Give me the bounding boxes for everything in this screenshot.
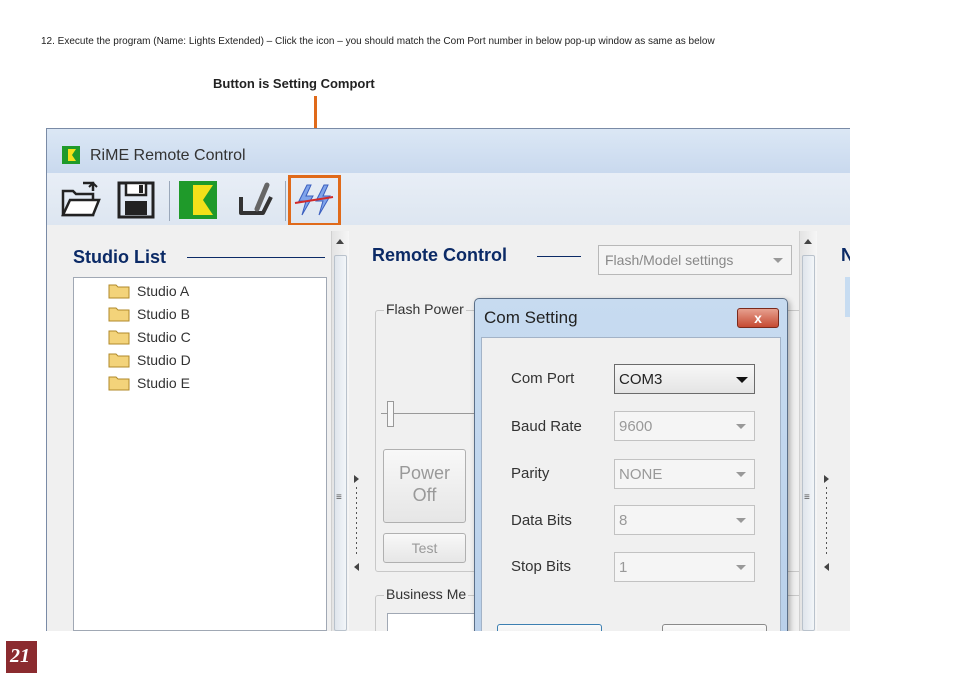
title-bar: RiME Remote Control: [47, 129, 850, 173]
toolbar-separator: [169, 181, 170, 221]
open-folder-icon[interactable]: [59, 179, 101, 221]
stop-bits-label: Stop Bits: [511, 558, 572, 575]
com-port-label: Com Port: [511, 370, 575, 387]
tree-item-label: Studio B: [137, 306, 190, 322]
grip-icon: ≡: [804, 492, 810, 503]
chevron-down-icon: [736, 424, 746, 429]
tree-item-label: Studio C: [137, 329, 191, 345]
ok-button[interactable]: [497, 624, 602, 631]
page-number: 21: [6, 641, 37, 673]
splitter-dots: [826, 487, 827, 557]
expand-right-icon[interactable]: [824, 475, 829, 483]
chevron-down-icon: [773, 258, 783, 263]
app-screenshot: RiME Remote Control Studio List Studio A…: [46, 128, 850, 631]
right-panel-title: N: [841, 245, 850, 266]
tree-item-studio-a[interactable]: Studio A: [108, 280, 189, 302]
stop-bits-select[interactable]: 1: [614, 552, 755, 582]
scroll-up-icon[interactable]: [804, 239, 812, 244]
grip-icon: ≡: [336, 492, 342, 503]
chevron-down-icon: [736, 472, 746, 477]
flash-power-slider-thumb[interactable]: [387, 401, 394, 427]
tree-item-studio-c[interactable]: Studio C: [108, 326, 191, 348]
mode-select-value: Flash/Model settings: [605, 252, 734, 268]
splitter-left[interactable]: [350, 475, 364, 575]
test-button[interactable]: Test: [383, 533, 466, 563]
save-disk-icon[interactable]: [115, 179, 157, 221]
scroll-thumb[interactable]: [802, 255, 815, 631]
chevron-down-icon: [736, 565, 746, 570]
com-port-value: COM3: [619, 371, 663, 388]
collapse-left-icon[interactable]: [354, 563, 359, 571]
chevron-down-icon: [736, 518, 746, 523]
remote-control-title: Remote Control: [372, 245, 507, 265]
comport-button-highlight: [288, 175, 341, 226]
tree-item-label: Studio D: [137, 352, 191, 368]
stop-bits-value: 1: [619, 559, 628, 576]
main-content: Studio List Studio A Studio B Studio C S…: [47, 225, 850, 631]
business-label: Business Me: [384, 586, 469, 602]
close-icon: x: [754, 310, 762, 326]
expand-right-icon[interactable]: [354, 475, 359, 483]
toolbar: [47, 173, 850, 226]
tree-item-label: Studio A: [137, 283, 190, 299]
mode-select[interactable]: Flash/Model settings: [598, 245, 792, 275]
data-bits-select[interactable]: 8: [614, 505, 755, 535]
tree-item-label: Studio E: [137, 375, 190, 391]
scroll-thumb[interactable]: [334, 255, 347, 631]
baud-rate-select[interactable]: 9600: [614, 411, 755, 441]
folder-icon: [108, 330, 130, 345]
heading-rule: [537, 256, 581, 257]
rime-logo-icon: [62, 146, 80, 164]
studio-list-title: Studio List: [73, 247, 166, 267]
parity-select[interactable]: NONE: [614, 459, 755, 489]
dialog-body: Com Port COM3 Baud Rate 9600 Parity NONE…: [481, 337, 781, 631]
toolbar-separator: [285, 181, 286, 221]
flash-power-label: Flash Power: [384, 301, 466, 317]
instruction-text: 12. Execute the program (Name: Lights Ex…: [41, 36, 715, 47]
heading-rule: [187, 257, 325, 258]
collapse-left-icon[interactable]: [824, 563, 829, 571]
power-button-line2: Off: [412, 485, 437, 505]
splitter-dots: [356, 487, 357, 557]
com-port-select[interactable]: COM3: [614, 364, 755, 394]
window-title: RiME Remote Control: [90, 147, 246, 164]
power-button-line1: Power: [398, 463, 451, 483]
studio-tree: Studio A Studio B Studio C Studio D Stud…: [73, 277, 327, 631]
baud-rate-label: Baud Rate: [511, 418, 582, 435]
power-off-button[interactable]: Power Off: [383, 449, 466, 523]
folder-icon: [108, 284, 130, 299]
rime-logo-icon[interactable]: [177, 179, 219, 221]
parity-label: Parity: [511, 465, 550, 482]
close-button[interactable]: x: [737, 308, 779, 328]
callout-label: Button is Setting Comport: [213, 76, 375, 91]
tree-item-studio-d[interactable]: Studio D: [108, 349, 191, 371]
folder-icon: [108, 353, 130, 368]
data-bits-value: 8: [619, 512, 628, 529]
folder-icon: [108, 376, 130, 391]
com-setting-dialog: Com Setting x Com Port COM3 Baud Rate 96…: [474, 298, 788, 631]
dialog-title: Com Setting: [484, 308, 578, 327]
parity-value: NONE: [619, 466, 663, 483]
splitter-right[interactable]: [820, 475, 834, 575]
chevron-down-icon: [736, 377, 748, 383]
baud-rate-value: 9600: [619, 418, 653, 435]
cancel-button[interactable]: [662, 624, 767, 631]
right-panel-selection: [845, 277, 850, 317]
tree-item-studio-e[interactable]: Studio E: [108, 372, 190, 394]
tree-item-studio-b[interactable]: Studio B: [108, 303, 190, 325]
remote-scrollbar[interactable]: ≡: [799, 231, 817, 631]
tool-icon[interactable]: [233, 179, 275, 221]
folder-icon: [108, 307, 130, 322]
data-bits-label: Data Bits: [511, 512, 572, 529]
studio-scrollbar[interactable]: ≡: [331, 231, 349, 631]
scroll-up-icon[interactable]: [336, 239, 344, 244]
